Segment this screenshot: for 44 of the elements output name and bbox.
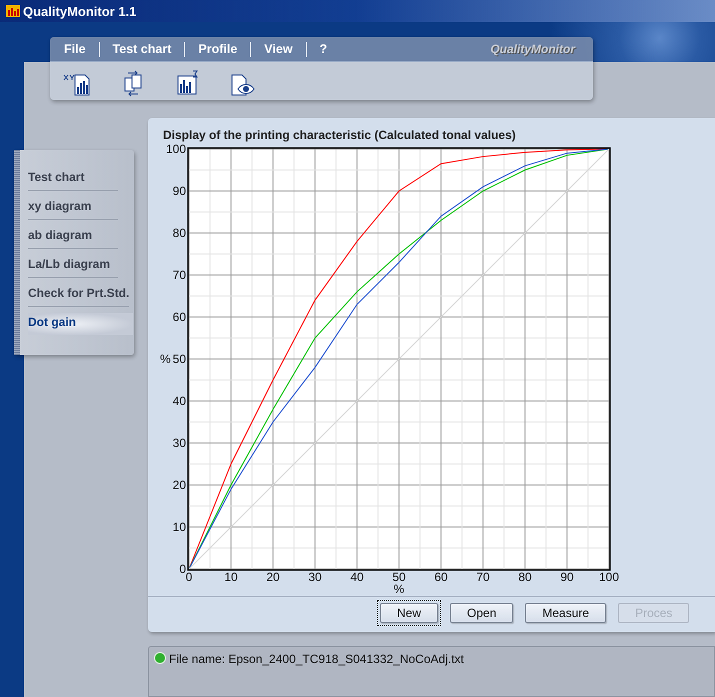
action-button[interactable]: Open (450, 603, 514, 623)
x-tick-label: 30 (308, 570, 322, 584)
y-tick-label: 40 (172, 394, 186, 408)
file-name-text: File name: Epson_2400_TC918_S041332_NoCoAdj.txt (169, 652, 464, 666)
app-icon (6, 5, 20, 17)
y-tick-label: 80 (172, 226, 186, 240)
sidebar-item[interactable]: xy diagram (28, 197, 118, 220)
y-tick-label: 100 (166, 142, 186, 156)
x-tick-label: 50 (392, 570, 406, 584)
y-tick-label: 50 (172, 352, 186, 366)
y-axis-label: % (160, 352, 171, 366)
menu-item[interactable]: Profile (198, 42, 250, 56)
x-axis-label: % (394, 582, 404, 594)
y-tick-label: 30 (172, 436, 186, 450)
y-tick-label: 10 (172, 520, 186, 534)
menu-item[interactable]: Test chart (112, 42, 184, 56)
x-tick-label: 90 (560, 570, 574, 584)
brand-logo: QualityMonitor (490, 42, 575, 56)
y-tick-label: 90 (172, 184, 186, 198)
menu-item[interactable]: ? (320, 42, 340, 56)
sidebar-item[interactable]: Test chart (28, 168, 118, 191)
y-tick-label: 0 (179, 562, 186, 576)
sidebar-item[interactable]: Check for Prt.Std. (28, 284, 130, 307)
x-tick-label: 70 (476, 570, 490, 584)
sidebar-item[interactable]: La/Lb diagram (28, 255, 118, 278)
x-tick-label: 100 (598, 570, 620, 584)
chart-title: Display of the printing characteristic (Calculated tonal values) (162, 127, 517, 142)
menu-item[interactable]: View (264, 42, 306, 56)
y-tick-label: 60 (172, 310, 186, 324)
sidebar-item[interactable]: Dot gain (28, 313, 133, 335)
action-button[interactable]: New (380, 603, 438, 623)
menu-item[interactable]: File (64, 42, 99, 56)
status-dot-icon (154, 652, 166, 664)
sidebar-item[interactable]: ab diagram (28, 226, 118, 249)
x-tick-label: 10 (224, 570, 238, 584)
y-tick-label: 70 (172, 268, 186, 282)
x-tick-label: 60 (434, 570, 448, 584)
action-button[interactable]: Measure (525, 603, 606, 623)
x-tick-label: 0 (186, 570, 192, 584)
x-tick-label: 40 (350, 570, 364, 584)
window-title: QualityMonitor 1.1 (23, 4, 136, 18)
x-tick-label: 20 (266, 570, 280, 584)
x-tick-label: 80 (518, 570, 532, 584)
y-tick-label: 20 (172, 478, 186, 492)
